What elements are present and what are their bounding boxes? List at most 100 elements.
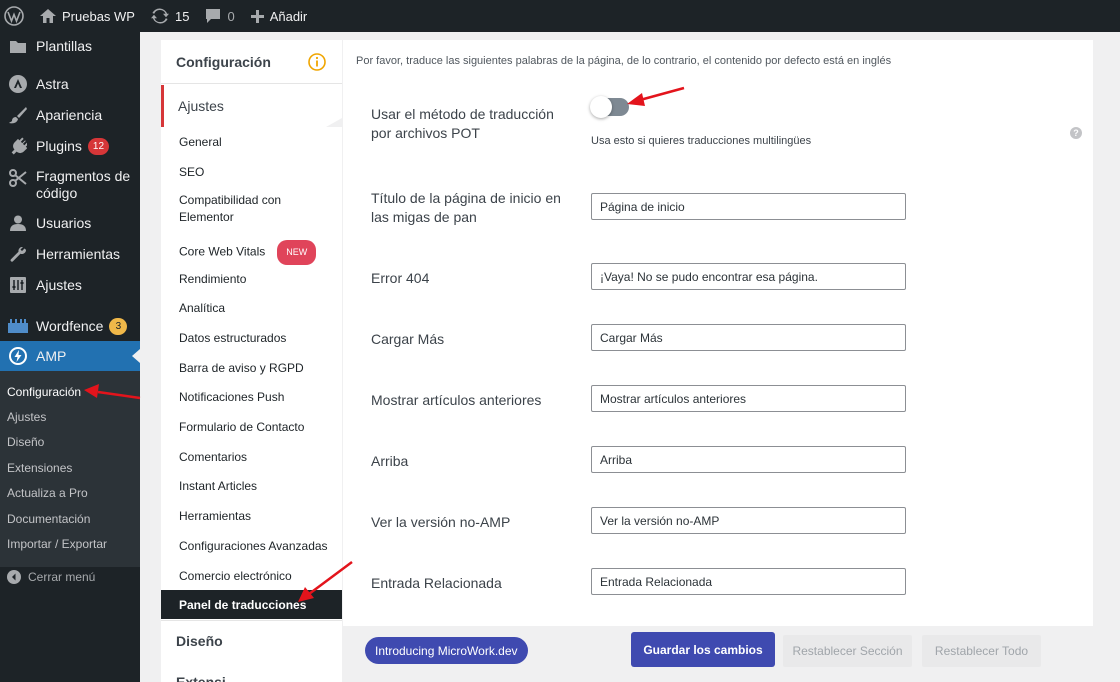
plugins-update-badge: 12 xyxy=(87,137,110,155)
submenu-item-extensiones[interactable]: Extensiones xyxy=(7,461,72,475)
breadcrumb-home-input[interactable] xyxy=(591,193,906,220)
nav-ajustes-label: Ajustes xyxy=(178,98,224,114)
reset-section-button[interactable]: Restablecer Sección xyxy=(783,635,912,667)
new-content-label: Añadir xyxy=(269,8,308,24)
comments-link[interactable]: 0 xyxy=(197,0,242,32)
submenu-item-ajustes[interactable]: Ajustes xyxy=(7,410,46,424)
sidebar-item-wordfence[interactable]: Wordfence 3 xyxy=(0,314,140,338)
nav-diseno-header[interactable]: Diseño xyxy=(161,620,342,660)
refresh-icon xyxy=(150,8,169,24)
collapse-menu-button[interactable]: Cerrar menú xyxy=(0,570,95,584)
sidebar-item-apariencia[interactable]: Apariencia xyxy=(0,103,140,127)
submenu-item-actualiza-pro[interactable]: Actualiza a Pro xyxy=(7,486,88,500)
settings-footer-bar: Introducing MicroWork.dev Guardar los ca… xyxy=(343,627,1093,682)
new-content-link[interactable]: Añadir xyxy=(243,0,316,32)
wordfence-alert-badge: 3 xyxy=(109,317,128,335)
nav-link-herramientas[interactable]: Herramientas xyxy=(179,508,329,525)
nav-ajustes-header[interactable]: Ajustes xyxy=(161,85,342,127)
nav-link-datos-estructurados[interactable]: Datos estructurados xyxy=(179,330,329,347)
field-label-breadcrumb-home: Título de la página de inicio en las mig… xyxy=(371,190,561,225)
admin-bar: Pruebas WP 15 0 Añadir xyxy=(0,0,1120,32)
sidebar-item-label: Apariencia xyxy=(36,106,103,123)
nav-link-compatibilidad-elementor[interactable]: Compatibilidad con Elementor xyxy=(179,192,299,226)
updates-count: 15 xyxy=(174,8,190,24)
submenu-item-configuracion[interactable]: Configuración xyxy=(7,385,81,399)
nav-link-label: Core Web Vitals xyxy=(179,244,266,259)
settings-nav-panel: Configuración Ajustes General SEO Compat… xyxy=(161,40,342,682)
nav-link-notificaciones-push[interactable]: Notificaciones Push xyxy=(179,389,329,406)
submenu-item-documentacion[interactable]: Documentación xyxy=(7,512,90,526)
sidebar-item-plantillas[interactable]: Plantillas xyxy=(0,34,140,58)
nav-link-label: Panel de traducciones xyxy=(179,597,307,612)
entrada-relacionada-input[interactable] xyxy=(591,568,906,595)
sidebar-item-label: Astra xyxy=(36,75,69,92)
nav-link-general[interactable]: General xyxy=(179,134,329,151)
sidebar-item-usuarios[interactable]: Usuarios xyxy=(0,211,140,235)
nav-link-comentarios[interactable]: Comentarios xyxy=(179,449,329,466)
nav-link-panel-traducciones[interactable]: Panel de traducciones xyxy=(161,590,342,619)
sidebar-item-label: AMP xyxy=(36,347,67,364)
nav-link-formulario-contacto[interactable]: Formulario de Contacto xyxy=(179,419,329,436)
wrench-icon xyxy=(0,246,36,262)
nav-extensiones-header[interactable]: Extensi xyxy=(176,674,226,682)
sidebar-item-label: Fragmentos de código xyxy=(36,168,131,201)
error-404-input[interactable] xyxy=(591,263,906,290)
sidebar-item-label: Plantillas xyxy=(36,37,93,54)
pot-method-toggle[interactable] xyxy=(590,96,629,118)
sidebar-item-ajustes[interactable]: Ajustes xyxy=(0,273,140,297)
sidebar-item-herramientas[interactable]: Herramientas xyxy=(0,242,140,266)
field-label-articulos-anteriores: Mostrar artículos anteriores xyxy=(371,392,542,408)
arriba-input[interactable] xyxy=(591,446,906,473)
field-label-cargar-mas: Cargar Más xyxy=(371,331,445,347)
nav-link-analitica[interactable]: Analítica xyxy=(179,300,329,317)
site-name-link[interactable]: Pruebas WP xyxy=(32,0,143,32)
plugin-icon xyxy=(0,137,36,155)
articulos-anteriores-input[interactable] xyxy=(591,385,906,412)
nav-link-configuraciones-avanzadas[interactable]: Configuraciones Avanzadas xyxy=(179,538,339,555)
updates-link[interactable]: 15 xyxy=(143,0,197,32)
field-label-entrada-relacionada: Entrada Relacionada xyxy=(371,575,502,591)
pot-method-help-text: Usa esto si quieres traducciones multili… xyxy=(591,135,812,147)
sidebar-item-plugins[interactable]: Plugins 12 xyxy=(0,134,140,158)
sidebar-item-astra[interactable]: Astra xyxy=(0,72,140,96)
nav-link-comercio-electronico[interactable]: Comercio electrónico xyxy=(179,568,329,585)
pot-method-label: Usar el método de traducción por archivo… xyxy=(371,106,554,141)
sidebar-item-amp[interactable]: AMP xyxy=(0,341,140,371)
users-icon xyxy=(0,215,36,231)
astra-icon xyxy=(0,75,36,93)
amp-icon xyxy=(0,347,36,365)
help-icon[interactable]: ? xyxy=(1070,127,1082,139)
reset-all-button[interactable]: Restablecer Todo xyxy=(922,635,1041,667)
introducing-microwork-button[interactable]: Introducing MicroWork.dev xyxy=(365,637,528,664)
field-label-arriba: Arriba xyxy=(371,453,409,469)
nav-link-rendimiento[interactable]: Rendimiento xyxy=(179,271,329,288)
templates-icon xyxy=(0,39,36,53)
wordpress-logo-icon[interactable] xyxy=(0,0,32,32)
sidebar-item-fragmentos[interactable]: Fragmentos de código xyxy=(0,167,140,203)
field-label-version-no-amp: Ver la versión no-AMP xyxy=(371,514,511,530)
scissors-icon xyxy=(0,167,36,187)
sidebar-item-label: Herramientas xyxy=(36,245,121,262)
wordfence-icon xyxy=(0,319,36,333)
nav-diseno-label: Diseño xyxy=(176,632,223,649)
info-icon xyxy=(308,52,326,71)
nav-configuracion-header[interactable]: Configuración xyxy=(161,40,342,84)
sidebar-item-label: Wordfence xyxy=(36,317,104,334)
comment-icon xyxy=(206,9,221,23)
sidebar-item-label: Usuarios xyxy=(36,214,92,231)
save-changes-button[interactable]: Guardar los cambios xyxy=(631,632,775,667)
sidebar-item-label: Ajustes xyxy=(36,276,82,293)
submenu-item-diseno[interactable]: Diseño xyxy=(7,435,44,449)
submenu-item-importar-exportar[interactable]: Importar / Exportar xyxy=(7,537,107,551)
nav-link-core-web-vitals[interactable]: Core Web Vitals NEW xyxy=(179,240,329,265)
toggle-knob xyxy=(590,96,612,118)
nav-link-barra-aviso-rgpd[interactable]: Barra de aviso y RGPD xyxy=(179,360,329,377)
comments-count: 0 xyxy=(227,8,235,24)
version-no-amp-input[interactable] xyxy=(591,507,906,534)
sidebar-item-label: Plugins xyxy=(36,137,82,154)
nav-link-instant-articles[interactable]: Instant Articles xyxy=(179,478,329,495)
cargar-mas-input[interactable] xyxy=(591,324,906,351)
nav-link-seo[interactable]: SEO xyxy=(179,164,329,181)
new-badge: NEW xyxy=(277,240,317,265)
amp-submenu: Configuración Ajustes Diseño Extensiones… xyxy=(0,371,140,567)
